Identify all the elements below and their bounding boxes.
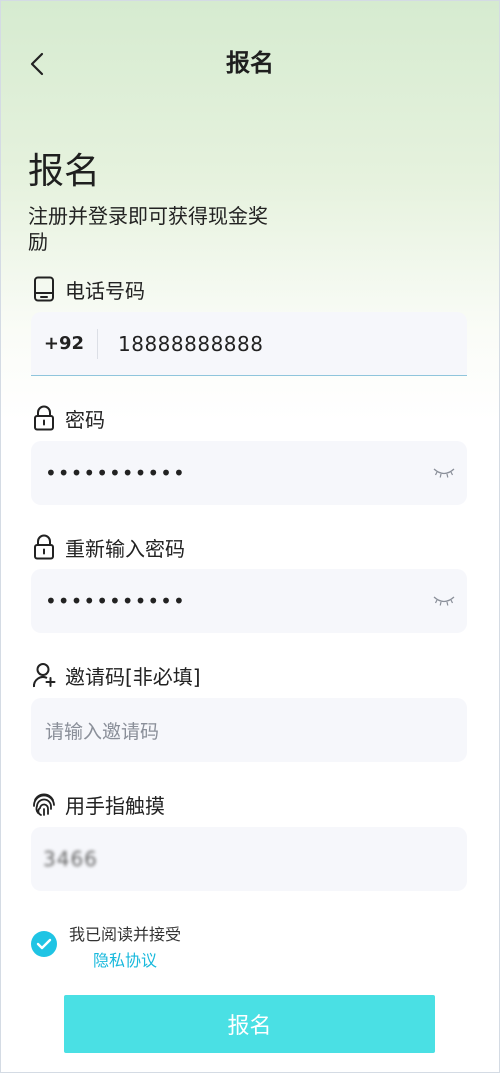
confirm-password-input[interactable]: ••••••••••• xyxy=(45,589,433,613)
nav-bar: 报名 xyxy=(1,1,499,121)
invite-input[interactable]: 请输入邀请码 xyxy=(45,717,159,744)
password-label-text: 密码 xyxy=(65,407,105,432)
phone-icon xyxy=(31,276,57,302)
phone-label-text: 电话号码 xyxy=(65,278,145,303)
password-input[interactable]: ••••••••••• xyxy=(45,461,433,485)
eye-closed-icon[interactable] xyxy=(433,594,455,608)
captcha-field[interactable]: 3466 xyxy=(31,827,467,891)
lock-icon xyxy=(31,534,57,560)
hero-subtitle: 注册并登录即可获得现金奖励 xyxy=(28,204,268,254)
invite-field[interactable]: 请输入邀请码 xyxy=(31,698,467,762)
captcha-label-text: 用手指触摸 xyxy=(65,793,165,818)
phone-field: +92 18888888888 xyxy=(31,312,467,376)
agreement-checkbox[interactable] xyxy=(31,931,57,957)
confirm-password-field[interactable]: ••••••••••• xyxy=(31,569,467,633)
eye-closed-icon[interactable] xyxy=(433,466,455,480)
checkmark-icon xyxy=(36,938,52,950)
invite-label-text: 邀请码[非必填] xyxy=(65,664,201,689)
phone-label: 电话号码 xyxy=(31,275,145,303)
country-code-select[interactable]: +92 xyxy=(31,333,97,354)
privacy-policy-link[interactable]: 隐私协议 xyxy=(93,947,157,971)
field-divider xyxy=(97,328,98,359)
signup-button[interactable]: 报名 xyxy=(64,995,435,1053)
password-label: 密码 xyxy=(31,404,105,432)
fingerprint-icon xyxy=(31,791,57,817)
confirm-password-label: 重新输入密码 xyxy=(31,533,185,561)
page-title: 报名 xyxy=(226,49,274,77)
phone-input[interactable]: 18888888888 xyxy=(118,332,263,356)
user-add-icon xyxy=(31,662,57,688)
invite-label: 邀请码[非必填] xyxy=(31,661,201,689)
agreement-text: 我已阅读并接受 xyxy=(69,925,182,944)
confirm-password-label-text: 重新输入密码 xyxy=(65,536,185,561)
lock-icon xyxy=(31,405,57,431)
hero-title: 报名 xyxy=(28,151,101,192)
captcha-value[interactable]: 3466 xyxy=(43,847,98,871)
password-field[interactable]: ••••••••••• xyxy=(31,441,467,505)
signup-screen: 报名 报名 注册并登录即可获得现金奖励 电话号码 +92 18888888888… xyxy=(0,0,500,1073)
captcha-label: 用手指触摸 xyxy=(31,790,165,818)
